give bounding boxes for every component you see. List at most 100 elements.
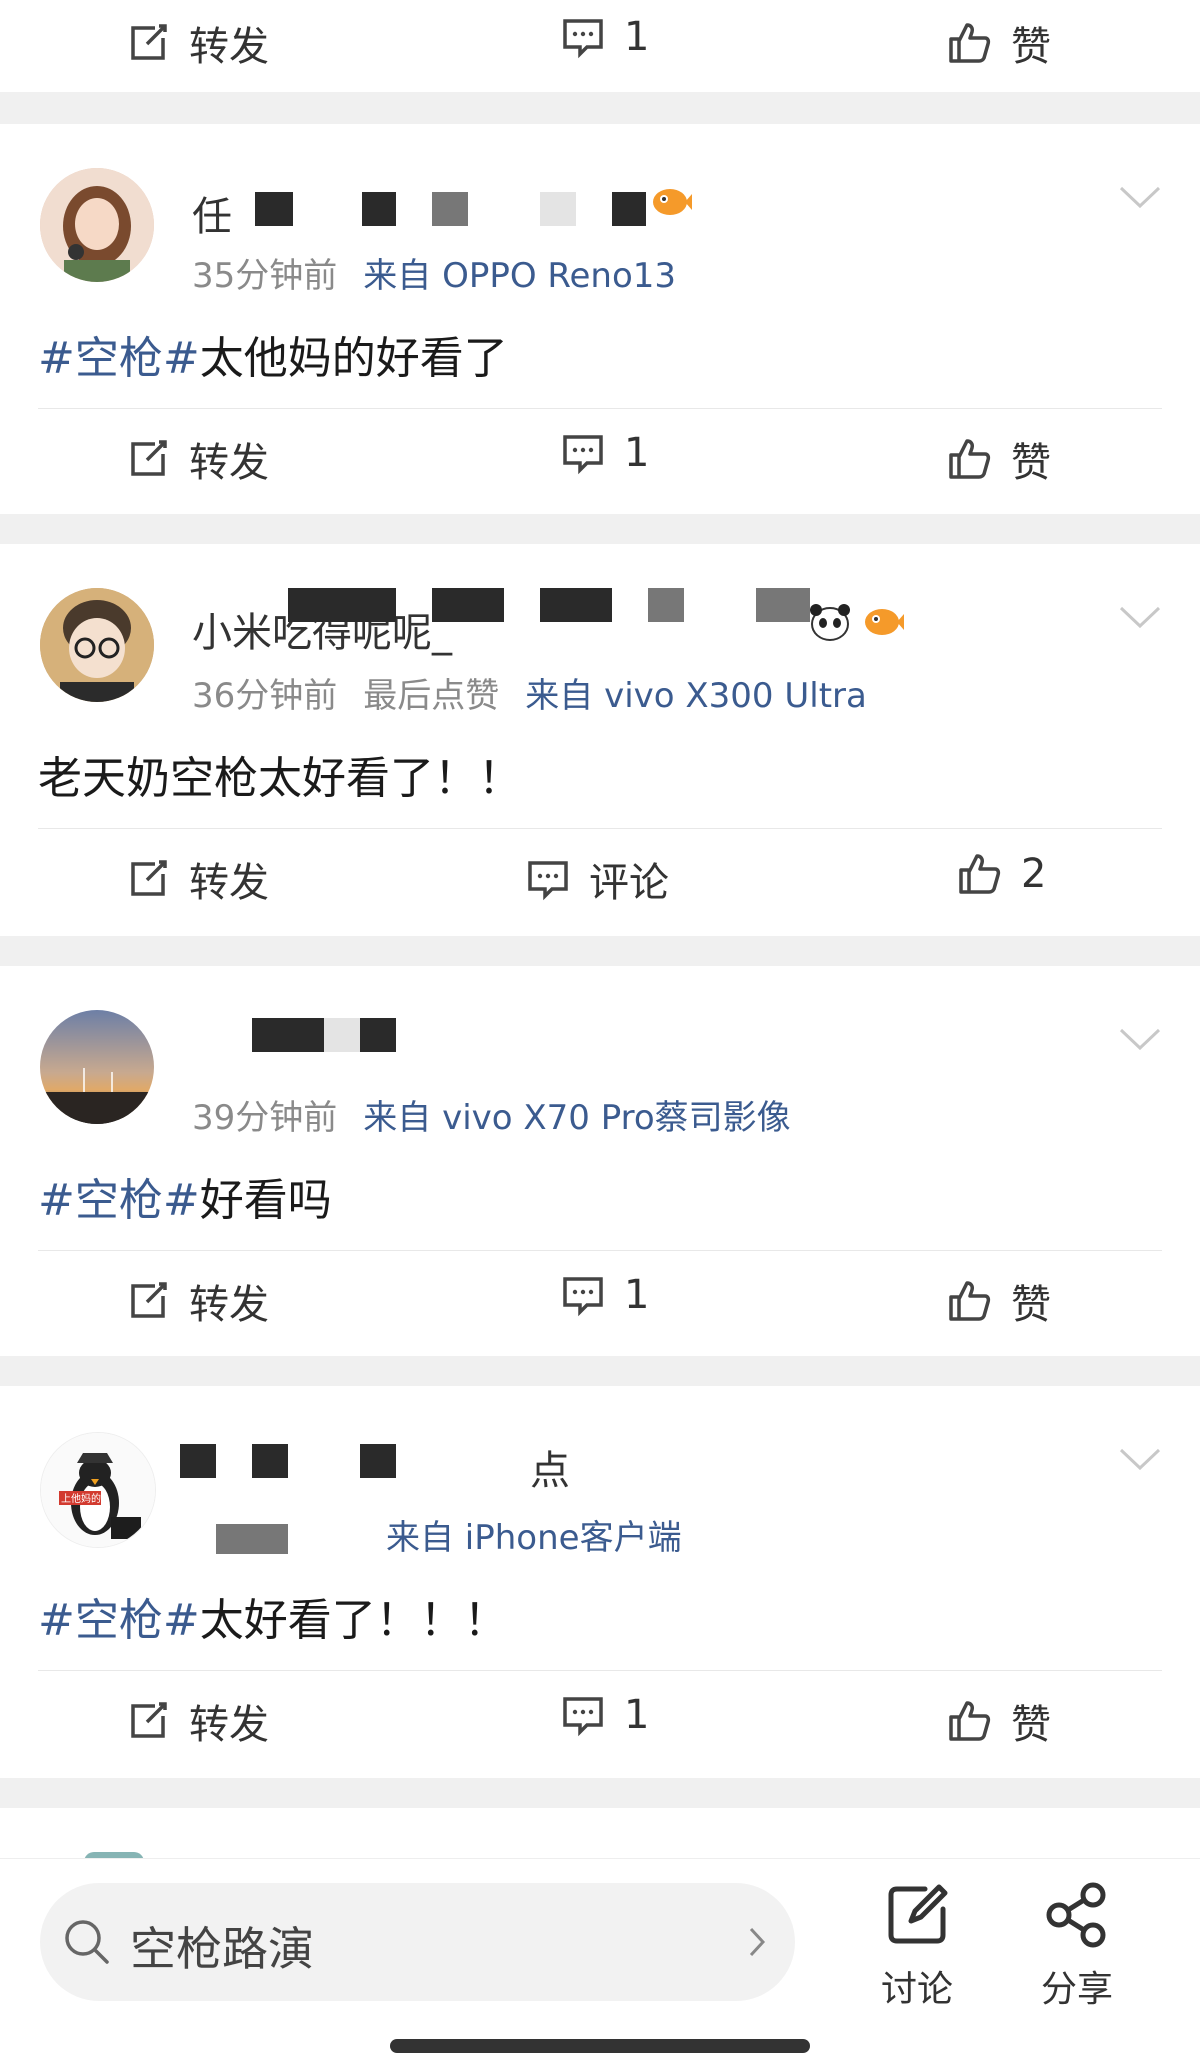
repost-button[interactable]: 转发 xyxy=(125,850,269,908)
like-label: 赞 xyxy=(1011,440,1051,486)
redacted-username xyxy=(252,1018,324,1052)
redacted-username xyxy=(255,192,293,226)
redacted-username xyxy=(756,588,810,622)
comment-button[interactable]: 1 xyxy=(560,430,649,476)
avatar[interactable]: 上他妈的 xyxy=(40,1432,156,1548)
post-card[interactable]: 任 35分钟前 来自 OPPO Reno13 #空枪#太他妈的好看了 转发 1 赞 xyxy=(0,124,1200,514)
redacted-username xyxy=(612,192,646,226)
post-text: 好看吗 xyxy=(199,1175,332,1226)
comment-button[interactable]: 评论 xyxy=(525,850,669,908)
repost-label: 转发 xyxy=(189,1702,269,1748)
redacted-username xyxy=(252,1444,288,1478)
repost-button[interactable]: 转发 xyxy=(125,430,269,488)
comment-icon xyxy=(563,1277,603,1317)
chevron-down-icon[interactable] xyxy=(1118,1026,1162,1052)
comment-count: 1 xyxy=(624,14,650,60)
like-button[interactable]: 赞 xyxy=(945,430,1051,488)
post-card[interactable]: 上他妈的 点 来自 iPhone客户端 #空枪#太好看了！！！ 转发 1 赞 xyxy=(0,1386,1200,1778)
post-meta: 39分钟前 来自 vivo X70 Pro蔡司影像 xyxy=(192,1090,817,1139)
post-source[interactable]: 来自 iPhone客户端 xyxy=(386,1518,682,1558)
repost-button[interactable]: 转发 xyxy=(125,14,269,72)
avatar-caption: 上他妈的 xyxy=(61,1492,101,1505)
post-content: #空枪#太他妈的好看了 xyxy=(38,322,508,386)
redacted-username xyxy=(648,588,684,622)
post-card[interactable]: 小米吃得呢呢_ 36分钟前 最后点赞 来自 vivo X300 Ultra 老天奶空… xyxy=(0,544,1200,936)
repost-label: 转发 xyxy=(189,860,269,906)
like-button[interactable]: 赞 xyxy=(945,14,1051,72)
like-button[interactable]: 赞 xyxy=(945,1692,1051,1750)
post-source[interactable]: 来自 OPPO Reno13 xyxy=(363,256,676,296)
comment-button[interactable]: 1 xyxy=(560,14,649,60)
avatar[interactable] xyxy=(40,168,154,282)
redacted-time xyxy=(216,1524,288,1554)
fish-badge-icon xyxy=(653,189,692,215)
redacted-username xyxy=(432,588,504,622)
hashtag-link[interactable]: #空枪# xyxy=(38,1595,200,1646)
divider xyxy=(38,1670,1162,1671)
redacted-username xyxy=(288,588,396,622)
like-button[interactable]: 2 xyxy=(955,850,1046,898)
redacted-username xyxy=(432,192,468,226)
panda-badge-icon xyxy=(810,604,850,641)
username[interactable]: 任 xyxy=(192,184,232,242)
redacted-username xyxy=(540,192,576,226)
redacted-username xyxy=(540,588,612,622)
post-text: 太好看了！！！ xyxy=(199,1595,508,1646)
share-button[interactable]: 分享 xyxy=(1032,1879,1122,2012)
next-post-peek xyxy=(0,1808,1200,1862)
comment-button[interactable]: 1 xyxy=(560,1692,649,1738)
post-time: 39分钟前 xyxy=(192,1098,338,1138)
like-label: 赞 xyxy=(1011,24,1051,70)
avatar[interactable] xyxy=(40,588,154,702)
like-label: 赞 xyxy=(1011,1702,1051,1748)
post-time: 35分钟前 xyxy=(192,256,338,296)
compose-icon xyxy=(888,1884,948,1944)
hashtag-link[interactable]: #空枪# xyxy=(38,333,200,384)
repost-button[interactable]: 转发 xyxy=(125,1692,269,1750)
separator xyxy=(0,1356,1200,1386)
repost-icon xyxy=(131,860,167,896)
post-source[interactable]: 来自 vivo X70 Pro蔡司影像 xyxy=(363,1098,790,1138)
post-source[interactable]: 来自 vivo X300 Ultra xyxy=(525,676,867,716)
post-meta: 来自 iPhone客户端 xyxy=(360,1510,708,1559)
avatar[interactable] xyxy=(40,1010,154,1124)
previous-post-actions: 转发 1 赞 xyxy=(0,0,1200,92)
comment-icon xyxy=(563,1697,603,1737)
separator xyxy=(0,1778,1200,1808)
redacted-username xyxy=(180,1444,216,1478)
search-bar[interactable]: 空枪路演 xyxy=(40,1883,795,2001)
discuss-button[interactable]: 讨论 xyxy=(872,1879,962,2012)
comment-icon xyxy=(528,861,568,901)
like-count: 2 xyxy=(1021,851,1047,897)
post-content: 老天奶空枪太好看了！！ xyxy=(38,742,522,806)
redacted-username xyxy=(360,1444,396,1478)
chevron-right-icon xyxy=(749,1927,766,1957)
home-indicator[interactable] xyxy=(390,2039,810,2053)
chevron-down-icon[interactable] xyxy=(1118,1446,1162,1472)
post-card[interactable]: 39分钟前 来自 vivo X70 Pro蔡司影像 #空枪#好看吗 转发 1 赞 xyxy=(0,966,1200,1356)
repost-label: 转发 xyxy=(189,440,269,486)
username[interactable]: 点 xyxy=(530,1438,570,1496)
chevron-down-icon[interactable] xyxy=(1118,604,1162,630)
chevron-down-icon[interactable] xyxy=(1118,184,1162,210)
repost-button[interactable]: 转发 xyxy=(125,1272,269,1330)
bottom-bar: 空枪路演 讨论 分享 xyxy=(0,1858,1200,2070)
share-label: 分享 xyxy=(1040,1969,1113,2010)
hashtag-link[interactable]: #空枪# xyxy=(38,1175,200,1226)
comment-count: 1 xyxy=(624,430,650,476)
search-text: 空枪路演 xyxy=(130,1922,314,1976)
separator xyxy=(0,92,1200,124)
thumbs-up-icon xyxy=(949,1701,991,1741)
post-time: 36分钟前 xyxy=(192,676,338,716)
search-icon xyxy=(65,1920,109,1964)
comment-button[interactable]: 1 xyxy=(560,1272,649,1318)
thumbs-up-icon xyxy=(949,1281,991,1321)
thumbs-up-icon xyxy=(949,439,991,479)
like-label: 赞 xyxy=(1011,1282,1051,1328)
comment-count: 1 xyxy=(624,1272,650,1318)
post-content: #空枪#太好看了！！！ xyxy=(38,1584,508,1648)
like-button[interactable]: 赞 xyxy=(945,1272,1051,1330)
redacted-username xyxy=(360,1018,396,1052)
post-meta: 35分钟前 来自 OPPO Reno13 xyxy=(192,248,702,297)
repost-icon xyxy=(131,24,167,60)
